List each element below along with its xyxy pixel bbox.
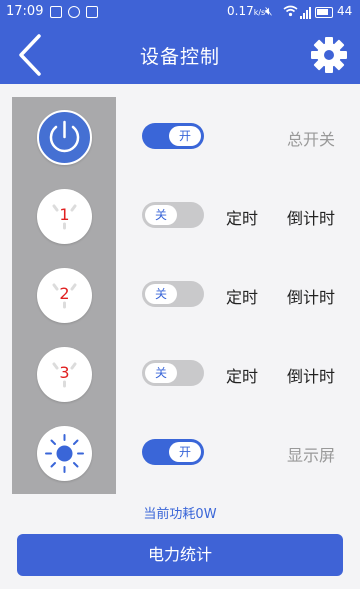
status-bar: 17:09 0.17k/s 🔇︎ 44 xyxy=(0,0,360,26)
socket-1-number: 1 xyxy=(59,205,70,224)
socket-3-countdown-button[interactable]: 倒计时 xyxy=(287,363,335,387)
socket-2-countdown-button[interactable]: 倒计时 xyxy=(287,284,335,308)
power-consumption-text: 当前功耗0W xyxy=(143,507,217,522)
toggle-knob: 关 xyxy=(145,205,177,225)
page-title: 设备控制 xyxy=(139,46,220,68)
battery-level: 44 xyxy=(337,4,353,18)
check-notification-icon xyxy=(68,6,80,18)
power-stats-button[interactable]: 电力统计 xyxy=(17,534,343,576)
socket-3-number: 3 xyxy=(59,363,70,382)
power-button[interactable] xyxy=(37,110,92,165)
toggle-knob: 开 xyxy=(169,126,201,146)
wifi-icon xyxy=(283,5,298,17)
toggle-knob: 关 xyxy=(145,284,177,304)
socket-3-button[interactable]: 3 xyxy=(37,347,92,402)
display-button[interactable] xyxy=(37,426,92,481)
display-toggle[interactable]: 开 xyxy=(142,439,204,465)
signal-icon xyxy=(300,7,311,19)
network-speed: 0.17k/s xyxy=(227,4,266,18)
socket-2-toggle[interactable]: 关 xyxy=(142,281,204,307)
mute-icon: 🔇︎ xyxy=(265,4,273,18)
socket-1-button[interactable]: 1 xyxy=(37,189,92,244)
display-label: 显示屏 xyxy=(287,446,336,465)
download-notification-icon xyxy=(86,6,98,18)
master-switch-toggle[interactable]: 开 xyxy=(142,123,204,149)
socket-3-toggle[interactable]: 关 xyxy=(142,360,204,386)
header-bar: 设备控制 xyxy=(0,26,360,84)
toggle-knob: 开 xyxy=(169,442,201,462)
power-icon xyxy=(49,120,80,153)
status-time: 17:09 xyxy=(6,4,44,19)
sun-icon xyxy=(45,434,84,473)
control-panel: 1 2 3 xyxy=(12,97,116,494)
master-switch-label: 总开关 xyxy=(287,130,336,149)
settings-button[interactable] xyxy=(308,34,350,76)
socket-2-timer-button[interactable]: 定时 xyxy=(226,284,258,308)
image-notification-icon xyxy=(50,6,62,18)
socket-2-number: 2 xyxy=(59,284,70,303)
socket-3-timer-button[interactable]: 定时 xyxy=(226,363,258,387)
battery-icon xyxy=(315,7,333,18)
gear-icon xyxy=(311,37,347,73)
toggle-knob: 关 xyxy=(145,363,177,383)
socket-1-timer-button[interactable]: 定时 xyxy=(226,205,258,229)
socket-2-button[interactable]: 2 xyxy=(37,268,92,323)
socket-1-countdown-button[interactable]: 倒计时 xyxy=(287,205,335,229)
socket-1-toggle[interactable]: 关 xyxy=(142,202,204,228)
